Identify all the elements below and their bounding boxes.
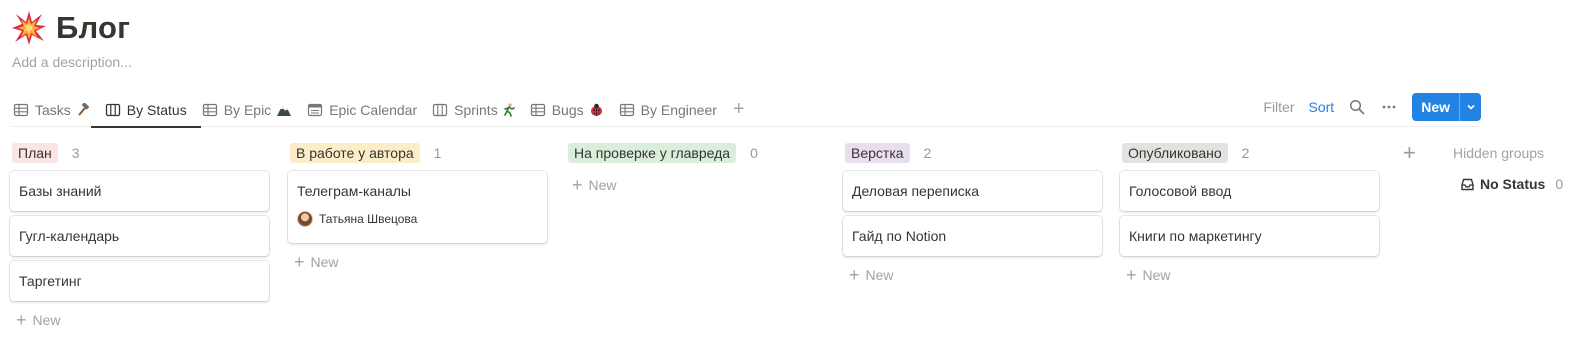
column-header[interactable]: В работе у автора 1 — [288, 140, 547, 166]
tab-by-epic[interactable]: By Epic — [199, 93, 298, 126]
board-column-published: Опубликовано 2 Голосовой ввод Книги по м… — [1120, 140, 1379, 289]
board-column-in-progress: В работе у автора 1 Телеграм-каналы Тать… — [288, 140, 547, 276]
filter-button[interactable]: Filter — [1263, 99, 1294, 115]
plus-icon: + — [16, 309, 27, 330]
board-icon — [432, 102, 448, 118]
plus-icon: + — [1403, 140, 1416, 165]
status-pill: На проверке у главреда — [568, 143, 737, 163]
add-group-button[interactable]: + — [1403, 140, 1416, 166]
inbox-icon — [1460, 177, 1475, 192]
tab-label: By Status — [126, 101, 187, 118]
hidden-group-no-status[interactable]: No Status 0 — [1460, 176, 1563, 192]
column-header[interactable]: План 3 — [10, 140, 269, 166]
add-card-label: New — [1142, 267, 1171, 283]
column-count: 2 — [923, 145, 932, 161]
tab-by-engineer[interactable]: By Engineer — [616, 93, 723, 126]
table-icon — [530, 102, 546, 118]
mountain-icon — [276, 103, 292, 117]
view-tabbar: Tasks By Status By Epic Epic Calendar Sp… — [10, 93, 1481, 128]
add-card-button[interactable]: + New — [843, 261, 1102, 289]
board-column-plan: План 3 Базы знаний Гугл-календарь Таргет… — [10, 140, 269, 334]
board-icon — [105, 102, 121, 118]
board-card[interactable]: Базы знаний — [10, 171, 269, 211]
column-count: 1 — [433, 145, 442, 161]
column-count: 2 — [1241, 145, 1250, 161]
assignee-name: Татьяна Швецова — [319, 212, 418, 226]
plus-icon: + — [849, 264, 860, 285]
add-card-label: New — [865, 267, 894, 283]
calendar-icon — [307, 102, 323, 118]
tab-bugs[interactable]: Bugs — [527, 93, 610, 126]
runner-icon — [503, 102, 515, 117]
add-card-button[interactable]: + New — [10, 306, 269, 334]
column-count: 3 — [71, 145, 80, 161]
add-view-button[interactable]: + — [729, 93, 749, 126]
card-list: Деловая переписка Гайд по Notion — [843, 171, 1102, 256]
board-card[interactable]: Таргетинг — [10, 261, 269, 301]
plus-icon: + — [572, 174, 583, 195]
description-field[interactable]: Add a description... — [12, 54, 132, 70]
status-pill: Опубликовано — [1122, 143, 1228, 163]
plus-icon: + — [1126, 264, 1137, 285]
ladybug-icon — [589, 103, 604, 117]
add-card-label: New — [310, 254, 339, 270]
tab-label: Sprints — [454, 101, 498, 118]
tab-label: Tasks — [35, 101, 71, 118]
card-list: Телеграм-каналы Татьяна Швецова — [288, 171, 547, 243]
add-card-label: New — [32, 312, 61, 328]
column-header[interactable]: Опубликовано 2 — [1120, 140, 1379, 166]
table-icon — [202, 102, 218, 118]
board-card[interactable]: Телеграм-каналы Татьяна Швецова — [288, 171, 547, 243]
new-button-label: New — [1421, 99, 1450, 115]
column-count: 0 — [750, 145, 758, 161]
card-list: Голосовой ввод Книги по маркетингу — [1120, 171, 1379, 256]
tab-label: Bugs — [551, 101, 584, 118]
status-pill: Верстка — [845, 143, 910, 163]
status-pill: План — [12, 143, 58, 163]
tab-label: By Engineer — [640, 101, 717, 118]
table-icon — [13, 102, 29, 118]
board-card[interactable]: Гайд по Notion — [843, 216, 1102, 256]
board-card[interactable]: Деловая переписка — [843, 171, 1102, 211]
hammer-icon — [76, 102, 90, 117]
search-icon[interactable] — [1348, 98, 1366, 116]
plus-icon: + — [294, 251, 305, 272]
table-icon — [619, 102, 635, 118]
tab-label: Epic Calendar — [329, 101, 418, 118]
board-card[interactable]: Книги по маркетингу — [1120, 216, 1379, 256]
tab-epic-calendar[interactable]: Epic Calendar — [304, 93, 423, 126]
view-toolbar: Filter Sort New — [1263, 93, 1481, 121]
column-header[interactable]: На проверке у главреда 0 — [566, 140, 825, 166]
plus-icon: + — [732, 98, 745, 120]
board-column-review: На проверке у главреда 0 + New — [566, 140, 825, 199]
board-column-layout: Верстка 2 Деловая переписка Гайд по Noti… — [843, 140, 1102, 289]
collision-icon[interactable] — [10, 9, 48, 47]
chevron-down-icon[interactable] — [1459, 93, 1481, 121]
add-card-button[interactable]: + New — [1120, 261, 1379, 289]
new-button[interactable]: New — [1412, 93, 1481, 121]
tab-label: By Epic — [223, 101, 272, 118]
column-header[interactable]: Верстка 2 — [843, 140, 1102, 166]
tab-by-status[interactable]: By Status — [90, 93, 201, 128]
page-title[interactable]: Блог — [56, 10, 130, 46]
hidden-group-count: 0 — [1555, 176, 1564, 192]
avatar — [297, 211, 313, 227]
assignee: Татьяна Швецова — [297, 211, 417, 227]
status-pill: В работе у автора — [290, 143, 420, 163]
page-header: Блог — [10, 6, 130, 50]
more-icon[interactable] — [1380, 98, 1398, 116]
board-card[interactable]: Голосовой ввод — [1120, 171, 1379, 211]
tab-tasks[interactable]: Tasks — [10, 93, 96, 126]
board-card[interactable]: Гугл-календарь — [10, 216, 269, 256]
tab-sprints[interactable]: Sprints — [429, 93, 521, 126]
hidden-group-name: No Status — [1480, 176, 1546, 192]
add-card-button[interactable]: + New — [566, 171, 825, 199]
view-tabs: Tasks By Status By Epic Epic Calendar Sp… — [10, 93, 749, 128]
hidden-groups-label: Hidden groups — [1453, 145, 1545, 161]
card-title: Телеграм-каналы — [297, 183, 411, 199]
card-list: Базы знаний Гугл-календарь Таргетинг — [10, 171, 269, 301]
add-card-button[interactable]: + New — [288, 248, 547, 276]
sort-button[interactable]: Sort — [1309, 99, 1335, 115]
add-card-label: New — [588, 177, 617, 193]
